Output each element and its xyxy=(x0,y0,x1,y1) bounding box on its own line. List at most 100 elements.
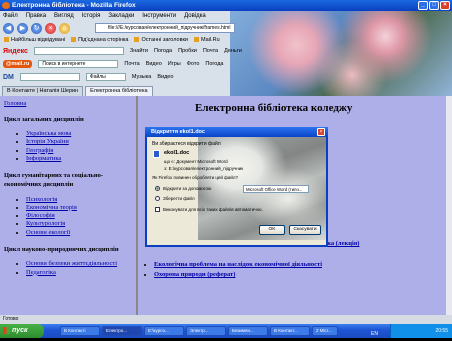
scrollbar[interactable] xyxy=(446,96,452,315)
forward-icon[interactable]: ▶ xyxy=(17,23,28,34)
sidebar-link[interactable]: Педагогіка xyxy=(26,269,56,276)
remember-checkbox[interactable] xyxy=(155,207,160,212)
mailru-games[interactable]: Игры xyxy=(168,61,181,67)
lecture-link[interactable]: ука (лекція) xyxy=(324,240,359,247)
minimize-button[interactable]: _ xyxy=(418,1,428,10)
status-bar: Готово xyxy=(0,315,452,324)
navigation-bar: ◀ ▶ ↻ × ⌂ file:///E:/курсовая/електронни… xyxy=(0,21,452,35)
mailru-video[interactable]: Видео xyxy=(146,61,162,67)
dialog-title: Відкриття ekol1.doc xyxy=(145,127,328,137)
menu-view[interactable]: Вигляд xyxy=(54,11,74,21)
word-file-icon xyxy=(153,150,160,158)
maximize-button[interactable]: □ xyxy=(429,1,439,10)
sidebar-link[interactable]: Українська мова xyxy=(26,130,71,137)
mailru-photo[interactable]: Фото xyxy=(187,61,200,67)
yandex-weather[interactable]: Погода xyxy=(154,48,172,54)
taskbar-item[interactable]: В Контакті xyxy=(60,326,100,336)
dm-toolbar: DM Файлы Музыка Видео xyxy=(0,71,452,83)
ok-button[interactable]: OK xyxy=(259,225,285,235)
dm-files-select[interactable]: Файлы xyxy=(85,73,126,81)
dm-music[interactable]: Музыка xyxy=(132,74,151,80)
menu-file[interactable]: Файл xyxy=(3,11,18,21)
taskbar-item[interactable]: Електро... xyxy=(102,326,142,336)
sidebar-frame: Головна Цикл загальних дисциплін Українс… xyxy=(0,96,138,315)
menu-bar: Файл Правка Вигляд Історія Закладки Інст… xyxy=(0,11,206,21)
stop-icon[interactable]: × xyxy=(45,23,56,34)
menu-history[interactable]: Історія xyxy=(82,11,101,21)
bookmark-item[interactable]: Під'єднана сторінка xyxy=(71,35,128,45)
window-titlebar: Електронна бібліотека - Mozilla Firefox … xyxy=(0,0,452,11)
mailru-weather[interactable]: Погода xyxy=(205,61,223,67)
file-source: з: E:\курсовая\електронний_підручник xyxy=(164,166,244,171)
tab-strip: В Контакте | Наталія Шерин Електронна бі… xyxy=(0,85,452,96)
address-bar[interactable]: file:///E:/курсовая/електронний_підручни… xyxy=(95,23,235,33)
yandex-money[interactable]: Деньги xyxy=(224,48,242,54)
dialog-intro: Ви збираєтеся відкрити файл xyxy=(152,141,221,147)
mailru-logo: @mail.ru xyxy=(3,60,33,68)
dialog-close-icon[interactable]: × xyxy=(317,128,325,136)
sidebar-link[interactable]: Географія xyxy=(26,147,53,154)
back-icon[interactable]: ◀ xyxy=(3,23,14,34)
sidebar-link[interactable]: Економічна теорія xyxy=(26,204,77,211)
menu-bookmarks[interactable]: Закладки xyxy=(108,11,134,21)
mailru-mail[interactable]: Почта xyxy=(124,61,139,67)
document-link[interactable]: Екологічна проблема на наслідок економіч… xyxy=(154,261,322,268)
bookmark-item[interactable]: Mail.Ru xyxy=(194,35,220,45)
document-link[interactable]: Охорона природи (реферат) xyxy=(154,271,235,278)
sidebar-link[interactable]: Інформатика xyxy=(26,155,61,162)
sidebar-link[interactable]: Основи безпеки життєдіяльності xyxy=(26,260,117,267)
sidebar-link[interactable]: Історія України xyxy=(26,138,69,145)
home-icon[interactable]: ⌂ xyxy=(59,23,70,34)
system-tray: EN 20:55 xyxy=(371,324,452,338)
clock: 20:55 xyxy=(435,328,448,334)
section-heading: Цикл науково-природничих дисциплін xyxy=(4,246,119,254)
sidebar-link[interactable]: Психологія xyxy=(26,196,57,203)
sidebar-home-link[interactable]: Головна xyxy=(4,100,26,107)
taskbar-item[interactable]: Электр... xyxy=(186,326,226,336)
reload-icon[interactable]: ↻ xyxy=(31,23,42,34)
file-type: що є: Документ Microsoft Word xyxy=(164,159,228,164)
dm-video[interactable]: Видео xyxy=(157,74,173,80)
sidebar-link[interactable]: Філософія xyxy=(26,212,55,219)
application-select[interactable]: Microsoft Office Word (типо... xyxy=(243,185,309,193)
sidebar-link[interactable]: Основи екології xyxy=(26,229,70,236)
sidebar-link[interactable]: Культурологія xyxy=(26,220,65,227)
tab-library[interactable]: Електронна бібліотека xyxy=(85,86,153,96)
bookmark-item[interactable]: Найбільш відвідувані xyxy=(4,35,65,45)
start-button[interactable]: пуск xyxy=(0,324,44,338)
open-with-label: Відкрити за допомогою xyxy=(163,186,212,191)
section-heading: Цикл загальних дисциплін xyxy=(4,116,84,123)
dm-search-input[interactable] xyxy=(19,73,80,81)
window-title: Електронна бібліотека - Mozilla Firefox xyxy=(12,2,136,9)
status-text: Готово xyxy=(3,316,19,322)
open-with-radio[interactable] xyxy=(155,186,160,191)
taskbar-item[interactable]: Безимян... xyxy=(228,326,268,336)
file-open-dialog: Відкриття ekol1.doc × Ви збираєтеся відк… xyxy=(145,127,328,247)
menu-help[interactable]: Довідка xyxy=(184,11,206,21)
yandex-mail[interactable]: Почта xyxy=(203,48,218,54)
yandex-logo: Яндекс xyxy=(3,47,28,55)
save-file-radio[interactable] xyxy=(155,196,160,201)
section-heading: Цикл гуманітарних та соціально-економічн… xyxy=(4,172,104,189)
tab-vkontakte[interactable]: В Контакте | Наталія Шерин xyxy=(2,86,84,96)
cancel-button[interactable]: Скасувати xyxy=(289,225,321,235)
menu-edit[interactable]: Правка xyxy=(26,11,46,21)
browser-chrome: Файл Правка Вигляд Історія Закладки Інст… xyxy=(0,11,452,96)
taskbar-item[interactable]: E:\курсо... xyxy=(144,326,184,336)
yandex-toolbar: Яндекс Знайти Погода Пробки Почта Деньги xyxy=(0,45,452,57)
page-title: Електронна бібліотека коледжу xyxy=(195,102,353,114)
yandex-search-input[interactable] xyxy=(33,47,124,55)
bookmark-item[interactable]: Останні заголовки xyxy=(134,35,188,45)
language-indicator[interactable]: EN xyxy=(371,327,378,341)
dialog-question: Як Firefox повинен обробляти цей файл? xyxy=(152,175,239,180)
mailru-search-input[interactable]: Поиск в интернете xyxy=(38,60,119,68)
mailru-toolbar: @mail.ru Поиск в интернете Почта Видео И… xyxy=(0,58,452,70)
yandex-find-button[interactable]: Знайти xyxy=(130,48,148,54)
taskbar-item[interactable]: В Контакт... xyxy=(270,326,310,336)
firefox-icon xyxy=(2,2,10,9)
close-button[interactable]: × xyxy=(440,1,450,10)
taskbar: пуск В Контакті Електро... E:\курсо... Э… xyxy=(0,324,452,338)
taskbar-item[interactable]: 2 Micr... xyxy=(312,326,338,336)
menu-tools[interactable]: Інструменти xyxy=(142,11,176,21)
yandex-traffic[interactable]: Пробки xyxy=(178,48,197,54)
